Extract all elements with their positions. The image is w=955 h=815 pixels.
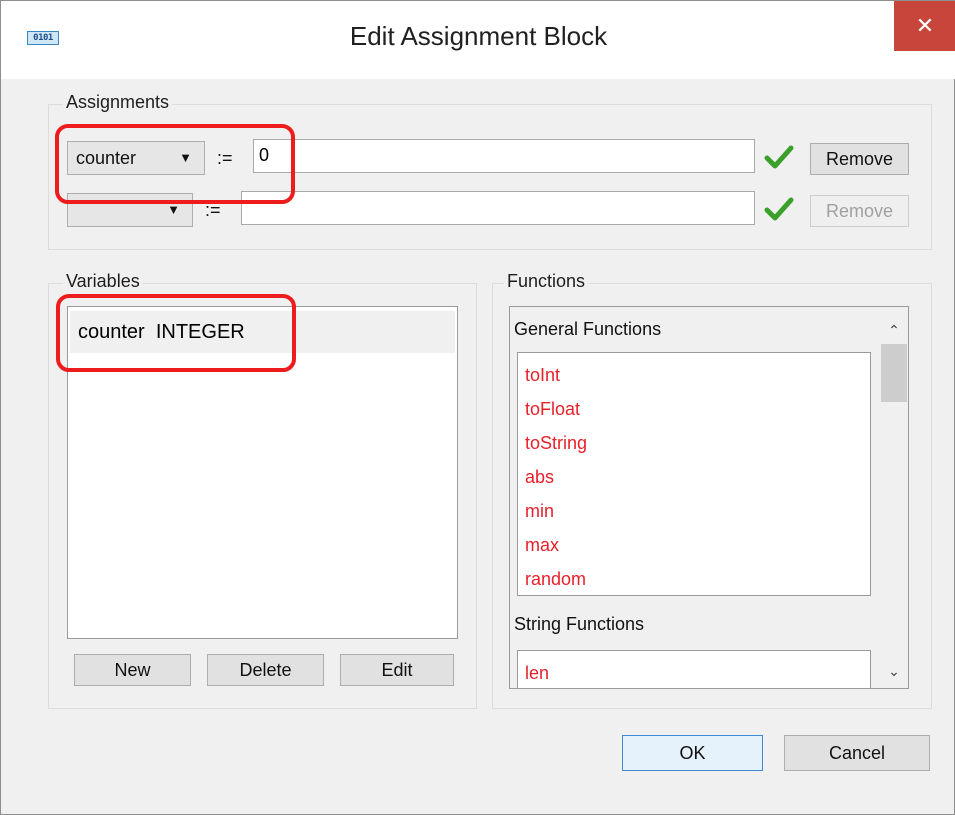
close-button[interactable]: ✕ — [894, 1, 955, 51]
ok-button[interactable]: OK — [622, 735, 763, 771]
function-item[interactable]: toString — [525, 433, 587, 454]
functions-legend: Functions — [504, 271, 589, 292]
general-functions-list[interactable]: toInt toFloat toString abs min max rando… — [517, 352, 871, 596]
function-item[interactable]: random — [525, 569, 586, 590]
remove-button-2[interactable]: Remove — [810, 195, 909, 227]
annotation-highlight-assignment — [55, 124, 295, 204]
string-functions-list[interactable]: len — [517, 650, 871, 688]
scroll-down-icon[interactable]: ⌄ — [879, 656, 908, 686]
title-bar: 0101 Edit Assignment Block ✕ — [1, 1, 955, 79]
assignment-expression-input-1[interactable]: 0 — [253, 139, 755, 173]
new-variable-button[interactable]: New — [74, 654, 191, 686]
function-item[interactable]: min — [525, 501, 554, 522]
valid-check-icon — [764, 197, 794, 221]
variables-legend: Variables — [63, 271, 143, 292]
assignment-expression-input-2[interactable] — [241, 191, 755, 225]
edit-variable-button[interactable]: Edit — [340, 654, 454, 686]
function-category-string: String Functions — [514, 614, 645, 634]
valid-check-icon — [764, 145, 794, 169]
function-category-general: General Functions — [514, 319, 662, 339]
assignments-legend: Assignments — [63, 92, 173, 113]
close-icon: ✕ — [915, 13, 935, 38]
edit-assignment-dialog: 0101 Edit Assignment Block ✕ Assignments… — [0, 0, 955, 815]
function-item[interactable]: abs — [525, 467, 554, 488]
functions-panel[interactable]: General Functions toInt toFloat toString… — [509, 306, 909, 689]
functions-scrollbar[interactable]: ⌃ ⌄ — [879, 307, 908, 688]
function-item[interactable]: len — [525, 663, 549, 684]
scroll-thumb[interactable] — [881, 344, 907, 402]
function-item[interactable]: toInt — [525, 365, 560, 386]
function-item[interactable]: max — [525, 535, 559, 556]
dialog-title: Edit Assignment Block — [349, 21, 608, 51]
cancel-button[interactable]: Cancel — [784, 735, 930, 771]
remove-button-1[interactable]: Remove — [810, 143, 909, 175]
delete-variable-button[interactable]: Delete — [207, 654, 324, 686]
function-item[interactable]: toFloat — [525, 399, 580, 420]
scroll-up-icon[interactable]: ⌃ — [879, 315, 908, 345]
annotation-highlight-variable — [56, 294, 296, 372]
